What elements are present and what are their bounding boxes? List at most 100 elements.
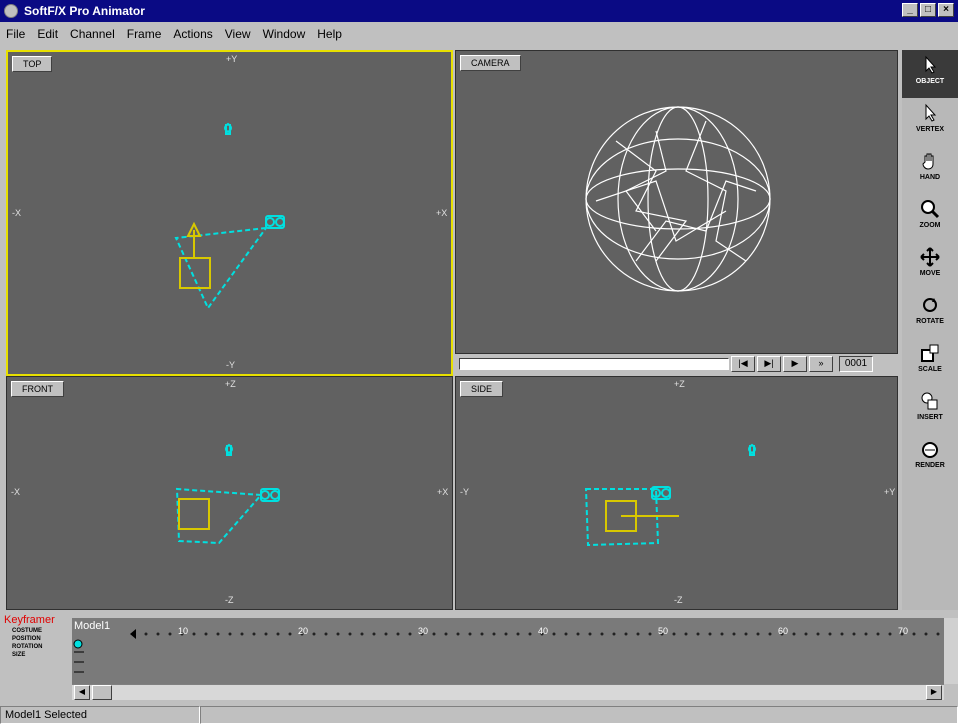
frame-dot xyxy=(276,632,280,636)
top-scene xyxy=(174,122,285,310)
frame-scrubber[interactable] xyxy=(459,358,729,370)
menu-bar: File Edit Channel Frame Actions View Win… xyxy=(0,22,958,46)
tick-label: 40 xyxy=(538,626,549,636)
tool-label: ROTATE xyxy=(916,318,944,325)
app-icon xyxy=(4,4,18,18)
play-button[interactable]: ▶ xyxy=(783,356,807,372)
tool-object[interactable]: OBJECT xyxy=(902,50,958,98)
tool-zoom[interactable]: ZOOM xyxy=(902,194,958,242)
tool-hand[interactable]: HAND xyxy=(902,146,958,194)
channel-rotation[interactable]: ROTATION xyxy=(4,644,70,650)
frame-dot xyxy=(336,632,340,636)
hand-icon xyxy=(922,153,934,170)
frame-dot xyxy=(312,632,316,636)
frame-dot xyxy=(768,632,772,636)
channel-size[interactable]: SIZE xyxy=(4,652,70,658)
viewport-side-label[interactable]: SIDE xyxy=(460,381,504,397)
fast-forward-button[interactable]: » xyxy=(809,356,833,372)
window-title: SoftF/X Pro Animator xyxy=(24,4,145,18)
close-button[interactable]: × xyxy=(938,3,954,17)
viewport-camera-label[interactable]: CAMERA xyxy=(460,55,521,71)
keyframer-hscrollbar[interactable]: ◀ ▶ xyxy=(72,684,944,700)
model-box xyxy=(178,498,210,530)
frame-dot xyxy=(564,632,568,636)
tool-rotate[interactable]: ROTATE xyxy=(902,290,958,338)
viewport-top-label[interactable]: TOP xyxy=(12,56,53,72)
frame-dot xyxy=(672,632,676,636)
frame-dot xyxy=(456,632,460,636)
tool-label: INSERT xyxy=(917,414,943,421)
camera-frustum xyxy=(174,227,267,310)
menu-edit[interactable]: Edit xyxy=(37,27,58,41)
frame-counter[interactable]: 0001 xyxy=(839,356,873,372)
viewport-front-label[interactable]: FRONT xyxy=(11,381,64,397)
frame-dot xyxy=(288,632,292,636)
light-icon xyxy=(225,443,233,456)
frame-dot xyxy=(912,632,916,636)
maximize-button[interactable]: □ xyxy=(920,3,936,17)
minimize-button[interactable]: _ xyxy=(902,3,918,17)
scroll-left-button[interactable]: ◀ xyxy=(74,685,90,700)
scroll-thumb[interactable] xyxy=(92,685,112,700)
prev-frame-button[interactable]: ▶| xyxy=(757,356,781,372)
frame-dot xyxy=(696,632,700,636)
tool-label: MOVE xyxy=(919,270,941,277)
tool-render[interactable]: RENDER xyxy=(902,434,958,482)
channel-costume[interactable]: COSTUME xyxy=(4,628,70,634)
render-teapot-icon xyxy=(922,442,938,458)
axis-label: -Y xyxy=(226,360,235,370)
frame-dot xyxy=(264,632,268,636)
menu-window[interactable]: Window xyxy=(263,27,306,41)
axis-label: +X xyxy=(436,208,448,218)
keyframer-vscrollbar[interactable] xyxy=(944,618,958,684)
viewport-camera[interactable]: CAMERA xyxy=(455,50,898,354)
menu-view[interactable]: View xyxy=(225,27,251,41)
rotate-icon xyxy=(923,298,937,312)
frame-dot xyxy=(936,632,940,636)
scroll-right-button[interactable]: ▶ xyxy=(926,685,942,700)
axis-label: +Y xyxy=(226,54,238,64)
frame-dot xyxy=(228,632,232,636)
frame-dot xyxy=(840,632,844,636)
keyframer-timeline[interactable]: Model1 10 20 30 40 50 60 70 xyxy=(72,618,944,684)
move-arrows-icon xyxy=(920,247,940,267)
tool-insert[interactable]: INSERT xyxy=(902,386,958,434)
keyframe-marker xyxy=(130,629,136,639)
frame-dot xyxy=(744,632,748,636)
menu-channel[interactable]: Channel xyxy=(70,27,115,41)
frame-dot xyxy=(204,632,208,636)
menu-actions[interactable]: Actions xyxy=(173,27,212,41)
frame-dot xyxy=(576,632,580,636)
first-frame-button[interactable]: |◀ xyxy=(731,356,755,372)
menu-help[interactable]: Help xyxy=(317,27,342,41)
frame-dot xyxy=(828,632,832,636)
frame-dot xyxy=(156,632,160,636)
frame-dot xyxy=(924,632,928,636)
tool-move[interactable]: MOVE xyxy=(902,242,958,290)
frame-dot xyxy=(732,632,736,636)
menu-file[interactable]: File xyxy=(6,27,25,41)
tick-label: 20 xyxy=(298,626,309,636)
viewport-front[interactable]: FRONT +Z -Z -X +X xyxy=(6,376,453,610)
frame-dot xyxy=(168,632,172,636)
camera-frustum xyxy=(175,487,262,545)
menu-frame[interactable]: Frame xyxy=(127,27,162,41)
channel-position[interactable]: POSITION xyxy=(4,636,70,642)
tool-label: HAND xyxy=(919,174,941,181)
viewport-top[interactable]: TOP +Y -Y -X +X xyxy=(6,50,453,376)
frame-dot xyxy=(816,632,820,636)
tick-label: 30 xyxy=(418,626,429,636)
viewport-side[interactable]: SIDE +Z -Z -Y +Y xyxy=(455,376,898,610)
frame-dot xyxy=(588,632,592,636)
vertex-cursor-icon xyxy=(925,103,937,122)
axis-label: -Z xyxy=(674,595,683,605)
tool-vertex[interactable]: VERTEX xyxy=(902,98,958,146)
axis-label: -X xyxy=(12,208,21,218)
frame-dot xyxy=(684,632,688,636)
tool-scale[interactable]: SCALE xyxy=(902,338,958,386)
tool-label: VERTEX xyxy=(915,126,944,133)
frame-dot xyxy=(792,632,796,636)
frame-dot xyxy=(528,632,532,636)
status-message: Model1 Selected xyxy=(0,706,200,724)
frame-dot xyxy=(864,632,868,636)
